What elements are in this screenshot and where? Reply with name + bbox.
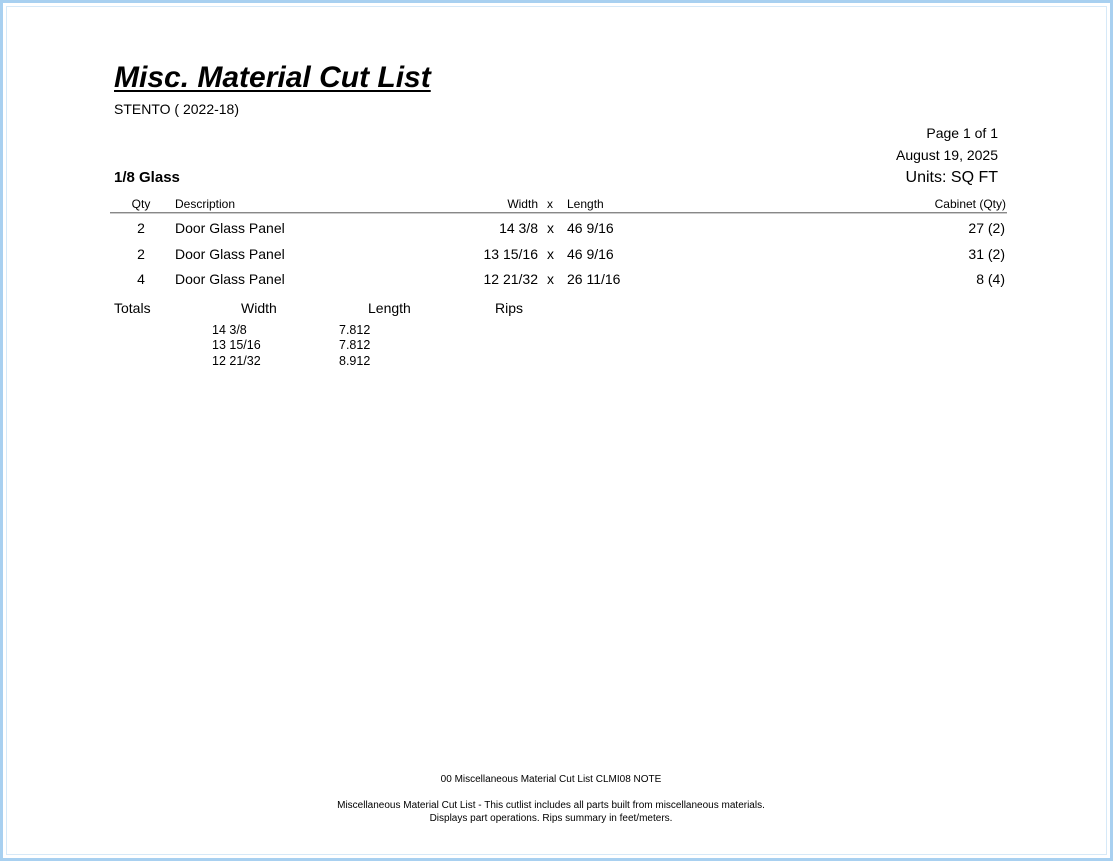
column-header-length: Length — [567, 197, 604, 211]
column-header-width: Width — [507, 197, 538, 211]
row-description: Door Glass Panel — [175, 246, 285, 262]
row-width: 14 3/8 — [499, 220, 538, 236]
row-cabinet: 27 (2) — [968, 220, 1005, 236]
row-cabinet: 8 (4) — [976, 271, 1005, 287]
row-width: 13 15/16 — [483, 246, 539, 262]
totals-length: 8.912 — [339, 354, 371, 368]
totals-header-rips: Rips — [495, 300, 524, 316]
table-row: 2 Door Glass Panel 13 15/16 x 46 9/16 31… — [3, 246, 1113, 268]
row-qty: 2 — [137, 246, 145, 262]
totals-row: 14 3/8 7.812 — [3, 323, 1113, 339]
row-length: 26 11/16 — [567, 271, 621, 287]
row-x: x — [547, 246, 554, 262]
job-name: STENTO ( 2022-18) — [114, 101, 240, 117]
totals-label: Totals — [114, 300, 151, 316]
row-cabinet: 31 (2) — [968, 246, 1005, 262]
totals-row: 12 21/32 8.912 — [3, 354, 1113, 370]
row-description: Door Glass Panel — [175, 220, 285, 236]
report-page: Misc. Material Cut List STENTO ( 2022-18… — [0, 0, 1113, 861]
material-section-title: 1/8 Glass — [114, 169, 180, 186]
page-number: Page 1 of 1 — [926, 125, 998, 141]
row-qty: 4 — [137, 271, 145, 287]
row-length: 46 9/16 — [567, 246, 614, 262]
row-x: x — [547, 271, 554, 287]
table-row: 4 Door Glass Panel 12 21/32 x 26 11/16 8… — [3, 271, 1113, 293]
report-code-note: 00 Miscellaneous Material Cut List CLMI0… — [440, 774, 662, 785]
row-description: Door Glass Panel — [175, 271, 285, 287]
totals-row: 13 15/16 7.812 — [3, 338, 1113, 354]
report-date: August 19, 2025 — [896, 147, 998, 163]
report-description-line-2: Displays part operations. Rips summary i… — [429, 813, 673, 824]
page-info: Page 1 of 1 August 19, 2025 — [896, 122, 998, 166]
report-description-line-1: Miscellaneous Material Cut List - This c… — [337, 800, 765, 811]
row-width: 12 21/32 — [483, 271, 539, 287]
column-header-cabinet: Cabinet (Qty) — [934, 197, 1006, 211]
totals-header-length: Length — [368, 300, 411, 316]
column-header-description: Description — [175, 197, 236, 211]
row-qty: 2 — [137, 220, 145, 236]
column-header-x: x — [547, 197, 553, 211]
totals-width: 12 21/32 — [212, 354, 261, 368]
table-row: 2 Door Glass Panel 14 3/8 x 46 9/16 27 (… — [3, 220, 1113, 242]
report-title: Misc. Material Cut List — [114, 61, 431, 94]
totals-length: 7.812 — [339, 323, 371, 337]
row-x: x — [547, 220, 554, 236]
totals-width: 13 15/16 — [212, 338, 261, 352]
totals-width: 14 3/8 — [212, 323, 247, 337]
row-length: 46 9/16 — [567, 220, 614, 236]
units-label: Units: SQ FT — [905, 169, 998, 186]
header-divider — [110, 212, 1007, 213]
totals-header-width: Width — [241, 300, 277, 316]
column-header-qty: Qty — [131, 197, 151, 211]
totals-length: 7.812 — [339, 338, 371, 352]
